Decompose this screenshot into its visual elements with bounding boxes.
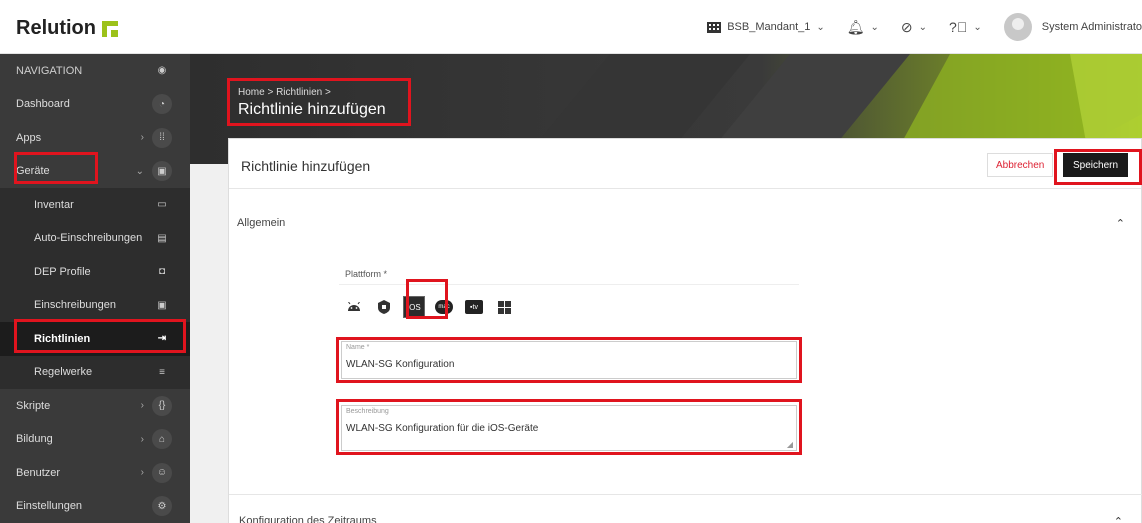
section-divider <box>229 494 1142 495</box>
devices-icon: ▣ <box>152 161 172 182</box>
sidebar-item-skripte[interactable]: Skripte › {} <box>0 389 190 423</box>
platform-label: Plattform * <box>345 269 388 279</box>
logo-text: Relution <box>16 17 96 39</box>
sidebar: NAVIGATION ◉ Dashboard ◔ Apps › ⁞⁞ Gerät… <box>0 54 190 523</box>
windows-icon <box>497 300 511 314</box>
cancel-button[interactable]: Abbrechen <box>987 153 1054 177</box>
sidebar-item-apps[interactable]: Apps › ⁞⁞ <box>0 121 190 155</box>
sidebar-item-label: Apps <box>16 131 42 144</box>
android-enterprise-platform-button[interactable] <box>373 296 395 318</box>
top-bar: Relution BSB_Mandant_1 ⌄ 🔔︎ ⌄ ⊘ ⌄ ?⃝ ⌄ S… <box>0 0 1142 54</box>
sidebar-header: NAVIGATION ◉ <box>0 54 190 88</box>
highlight-page-title <box>227 78 411 126</box>
user-name: System Administrato <box>1041 21 1142 33</box>
inventory-icon: ▭ <box>157 199 167 211</box>
highlight-geraete <box>14 152 98 184</box>
chevron-down-icon: ⌄ <box>973 21 982 33</box>
sidebar-item-bildung[interactable]: Bildung › ⌂ <box>0 423 190 457</box>
highlight-ios-button <box>406 279 448 319</box>
chevron-down-icon: ⌄ <box>918 21 928 33</box>
status-icon: ⊘ <box>900 18 913 35</box>
chevron-up-icon[interactable]: ⌃ <box>1114 515 1123 523</box>
apps-grid-icon: ⁞⁞ <box>152 127 172 148</box>
chevron-down-icon: ⌄ <box>135 165 144 177</box>
help-menu[interactable]: ?⃝ ⌄ <box>949 19 982 35</box>
logo-mark-icon <box>102 20 118 37</box>
sidebar-item-label: Auto-Einschreibungen <box>34 232 143 245</box>
relution-logo[interactable]: Relution <box>16 17 118 40</box>
chevron-right-icon: › <box>140 467 144 479</box>
sidebar-item-regelwerke[interactable]: Regelwerke ≡ <box>0 355 190 389</box>
chevron-up-icon[interactable]: ⌃ <box>1116 217 1125 230</box>
sidebar-item-inventar[interactable]: Inventar ▭ <box>0 188 190 222</box>
top-nav: BSB_Mandant_1 ⌄ 🔔︎ ⌄ ⊘ ⌄ ?⃝ ⌄ System Adm… <box>707 0 1142 54</box>
bell-icon: 🔔︎ <box>846 18 865 35</box>
section-general-title: Allgemein <box>237 217 286 229</box>
status-menu[interactable]: ⊘ ⌄ <box>901 19 927 36</box>
sidebar-item-label: Benutzer <box>16 466 61 479</box>
sidebar-item-label: Inventar <box>34 198 74 211</box>
auto-enroll-icon: ▤ <box>157 232 167 244</box>
sidebar-item-auto-einschreibungen[interactable]: Auto-Einschreibungen ▤ <box>0 221 190 255</box>
policy-form-card: Richtlinie hinzufügen Abbrechen Speicher… <box>228 138 1142 523</box>
sidebar-item-label: Regelwerke <box>34 366 93 379</box>
sidebar-item-label: DEP Profile <box>34 265 91 278</box>
help-icon: ?⃝ <box>949 19 968 35</box>
enroll-icon: ▣ <box>157 299 167 311</box>
appletv-icon: ▪tv <box>465 300 483 314</box>
sidebar-item-label: Einstellungen <box>16 500 83 513</box>
building-icon <box>707 22 722 33</box>
dashboard-icon: ◔ <box>152 94 172 115</box>
card-header: Richtlinie hinzufügen Abbrechen Speicher… <box>229 139 1141 189</box>
scripts-icon: {} <box>152 395 172 416</box>
sidebar-item-label: Skripte <box>16 399 51 412</box>
sidebar-item-einschreibungen[interactable]: Einschreibungen ▣ <box>0 288 190 322</box>
sidebar-item-benutzer[interactable]: Benutzer › ☺ <box>0 456 190 490</box>
user-menu[interactable]: System Administrato <box>1003 13 1142 41</box>
sidebar-item-dep-profile[interactable]: DEP Profile ◘ <box>0 255 190 289</box>
notifications-menu[interactable]: 🔔︎ ⌄ <box>847 19 879 36</box>
pin-icon[interactable]: ◉ <box>152 61 172 81</box>
card-title: Richtlinie hinzufügen <box>241 158 371 174</box>
dep-icon: ◘ <box>158 266 166 278</box>
android-icon <box>348 302 360 311</box>
sidebar-item-label: Dashboard <box>16 98 70 111</box>
sidebar-item-label: Bildung <box>16 433 53 446</box>
android-platform-button[interactable] <box>343 296 365 318</box>
avatar <box>1003 13 1032 41</box>
windows-platform-button[interactable] <box>493 296 515 318</box>
highlight-save-button <box>1054 149 1142 185</box>
sidebar-item-label: Einschreibungen <box>34 299 116 312</box>
sidebar-header-label: NAVIGATION <box>16 64 83 77</box>
chevron-down-icon: ⌄ <box>870 21 879 33</box>
section-time-title[interactable]: Konfiguration des Zeitraums <box>239 515 377 523</box>
education-icon: ⌂ <box>152 429 172 450</box>
section-general-header[interactable]: Allgemein ⌃ <box>229 189 1142 241</box>
highlight-richtlinien <box>14 319 186 353</box>
chevron-right-icon: › <box>140 400 144 412</box>
chevron-right-icon: › <box>140 132 144 144</box>
tenant-selector[interactable]: BSB_Mandant_1 ⌄ <box>707 21 825 33</box>
tv-platform-button[interactable]: ▪tv <box>463 296 485 318</box>
highlight-description-field <box>336 399 802 455</box>
sidebar-item-einstellungen[interactable]: Einstellungen ⚙ <box>0 490 190 523</box>
highlight-name-field <box>336 337 802 383</box>
rules-icon: ≡ <box>159 366 165 378</box>
settings-icon: ⚙ <box>152 496 172 517</box>
shield-icon <box>378 300 390 314</box>
sidebar-item-dashboard[interactable]: Dashboard ◔ <box>0 88 190 122</box>
tenant-name: BSB_Mandant_1 <box>727 21 811 33</box>
chevron-down-icon: ⌄ <box>816 21 825 33</box>
chevron-right-icon: › <box>140 433 144 445</box>
users-icon: ☺ <box>152 462 172 483</box>
